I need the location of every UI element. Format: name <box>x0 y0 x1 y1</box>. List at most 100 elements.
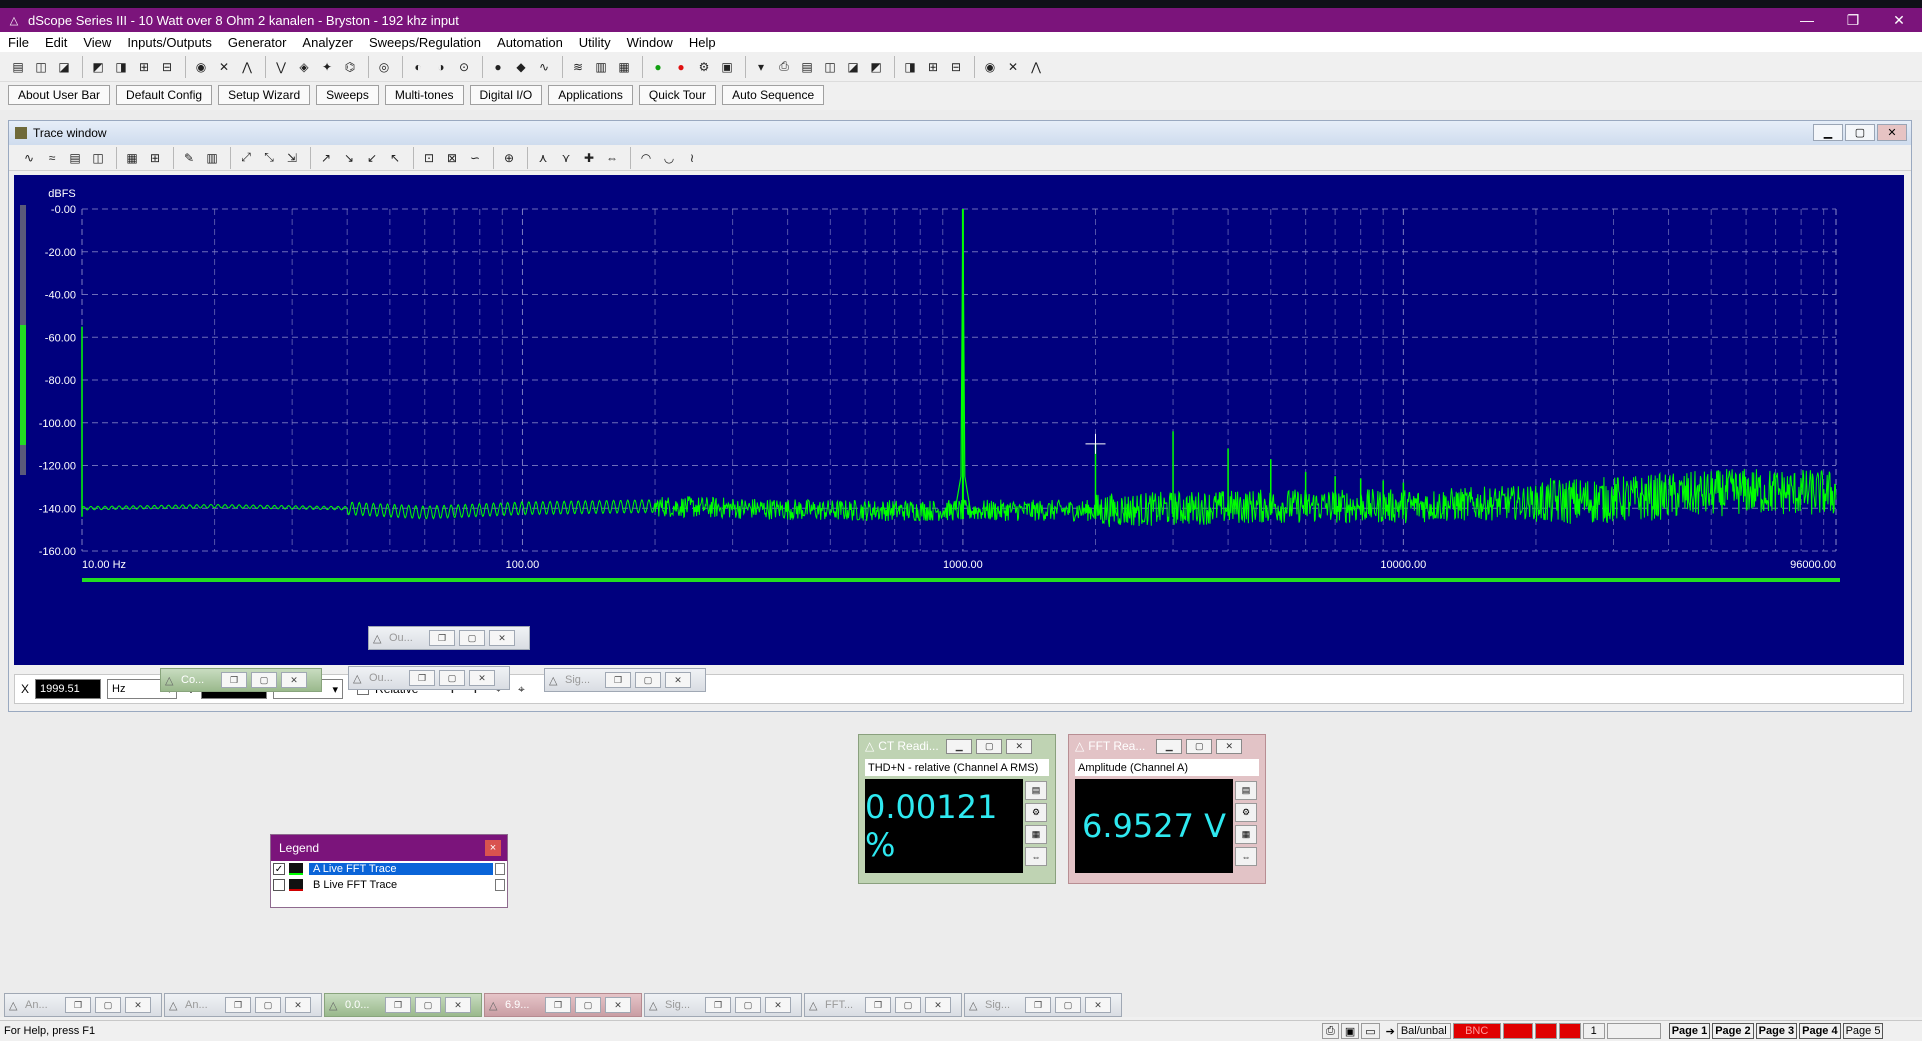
maximize-icon[interactable]: ▢ <box>439 670 465 686</box>
table-icon[interactable]: ▦ <box>1025 825 1047 844</box>
minimized-window[interactable]: △ Co... ❐ ▢ ✕ <box>160 668 322 692</box>
cursor-a-icon[interactable]: ↗ <box>316 148 336 168</box>
sweeps-button[interactable]: Sweeps <box>316 85 379 105</box>
save-icon[interactable]: ◫ <box>31 57 51 77</box>
delete-icon[interactable]: ◎ <box>374 57 394 77</box>
setup-wizard-button[interactable]: Setup Wizard <box>218 85 311 105</box>
applications-button[interactable]: Applications <box>548 85 633 105</box>
minimize-icon[interactable]: ▁ <box>946 738 973 754</box>
print-icon[interactable]: ⋀ <box>1026 57 1046 77</box>
record-icon[interactable]: ● <box>671 57 691 77</box>
filter-icon[interactable]: ▣ <box>717 57 737 77</box>
wave-a-icon[interactable]: ⎙ <box>774 57 794 77</box>
menu-inputs-outputs[interactable]: Inputs/Outputs <box>119 35 220 50</box>
menu-file[interactable]: File <box>0 35 37 50</box>
close-icon[interactable]: ✕ <box>1085 997 1111 1013</box>
maximize-icon[interactable]: ❐ <box>1830 8 1876 32</box>
loop-icon[interactable]: ⊞ <box>923 57 943 77</box>
settings-icon[interactable]: ⊟ <box>946 57 966 77</box>
link-b-icon[interactable]: ▦ <box>614 57 634 77</box>
restore-icon[interactable]: ❐ <box>605 672 631 688</box>
multi-tones-button[interactable]: Multi-tones <box>384 85 464 105</box>
minimize-icon[interactable]: ▁ <box>1156 738 1183 754</box>
table-icon[interactable]: ▦ <box>1235 825 1257 844</box>
maximize-icon[interactable]: ▢ <box>1845 124 1875 141</box>
output-on-icon[interactable]: ◩ <box>88 57 108 77</box>
about-user-bar-button[interactable]: About User Bar <box>8 85 111 105</box>
maximize-icon[interactable]: ▢ <box>415 997 441 1013</box>
taskbar-window[interactable]: △ Sig... ❐ ▢ ✕ <box>644 993 802 1017</box>
limit-c-icon[interactable]: ≀ <box>682 148 702 168</box>
link-a-icon[interactable]: ▥ <box>591 57 611 77</box>
properties-icon[interactable]: ⊕ <box>499 148 519 168</box>
page-tab-5[interactable]: Page 5 <box>1842 1023 1884 1039</box>
page-tab-4[interactable]: Page 4 <box>1799 1023 1841 1039</box>
marker-move-icon[interactable]: ✚ <box>579 148 599 168</box>
scale-icon[interactable]: ⊡ <box>419 148 439 168</box>
marker-b-icon[interactable]: ⋎ <box>556 148 576 168</box>
settings-icon[interactable]: ⚙ <box>1235 803 1257 822</box>
maximize-icon[interactable]: ▢ <box>976 738 1003 754</box>
stop-icon[interactable]: ◉ <box>191 57 211 77</box>
legend-checkbox[interactable] <box>273 879 285 891</box>
open-icon[interactable]: ▤ <box>8 57 28 77</box>
close-icon[interactable]: ✕ <box>765 997 791 1013</box>
run-icon[interactable]: ● <box>648 57 668 77</box>
limit-icon[interactable]: ◠ <box>636 148 656 168</box>
output-mute-icon[interactable]: ⊟ <box>157 57 177 77</box>
input-icon[interactable]: ⋁ <box>271 57 291 77</box>
trace-edit-icon[interactable]: ✎ <box>179 148 199 168</box>
trace-grid-icon[interactable]: ⊞ <box>145 148 165 168</box>
zoom-fit-icon[interactable]: ⇲ <box>282 148 302 168</box>
minimized-window[interactable]: △ Ou... ❐ ▢ ✕ <box>348 666 510 690</box>
trace-copy-icon[interactable]: ◫ <box>88 148 108 168</box>
chart-icon[interactable]: ◩ <box>866 57 886 77</box>
range-icon[interactable]: ⇔ <box>1025 847 1047 866</box>
legend-item[interactable]: ✓ A Live FFT Trace <box>271 861 507 877</box>
zoom-x-icon[interactable]: ⤢ <box>236 148 256 168</box>
restore-icon[interactable]: ❐ <box>705 997 731 1013</box>
display-icon[interactable]: ▤ <box>1025 781 1047 800</box>
monitor-icon[interactable]: ● <box>488 57 508 77</box>
script-icon[interactable]: ◉ <box>980 57 1000 77</box>
maximize-icon[interactable]: ▢ <box>575 997 601 1013</box>
default-config-button[interactable]: Default Config <box>116 85 213 105</box>
page-tab-3[interactable]: Page 3 <box>1755 1023 1798 1039</box>
maximize-icon[interactable]: ▢ <box>635 672 661 688</box>
link-icon[interactable]: ≋ <box>568 57 588 77</box>
trace-wave-icon[interactable]: ∿ <box>19 148 39 168</box>
menu-view[interactable]: View <box>75 35 119 50</box>
cursor-b-icon[interactable]: ↘ <box>339 148 359 168</box>
trace-table-icon[interactable]: ▥ <box>202 148 222 168</box>
stop-all-icon[interactable]: ✕ <box>214 57 234 77</box>
fft-plot[interactable]: -0.00 -20.00 -40.00 -60.00 -80.00 -100.00 -120… <box>14 175 1904 665</box>
taskbar-window[interactable]: △ An... ❐ ▢ ✕ <box>164 993 322 1017</box>
zoom-y-icon[interactable]: ⤡ <box>259 148 279 168</box>
display-icon[interactable]: ▤ <box>1235 781 1257 800</box>
input-b-icon[interactable]: ✦ <box>317 57 337 77</box>
scope-icon[interactable]: ◆ <box>511 57 531 77</box>
taskbar-window[interactable]: △ 6.9... ❐ ▢ ✕ <box>484 993 642 1017</box>
marker-fit-icon[interactable]: ⇔ <box>602 148 622 168</box>
settings-icon[interactable]: ⚙ <box>1025 803 1047 822</box>
menu-generator[interactable]: Generator <box>220 35 295 50</box>
wave-icon[interactable]: ▾ <box>751 57 771 77</box>
minimize-icon[interactable]: ▁ <box>1813 124 1843 141</box>
quick-tour-button[interactable]: Quick Tour <box>638 85 717 105</box>
trace-chart-icon[interactable]: ▦ <box>122 148 142 168</box>
refresh-icon[interactable]: ◨ <box>900 57 920 77</box>
cursor-d-icon[interactable]: ↖ <box>385 148 405 168</box>
close-icon[interactable]: ✕ <box>1006 738 1033 754</box>
maximize-icon[interactable]: ▢ <box>255 997 281 1013</box>
restore-icon[interactable]: ❐ <box>409 670 435 686</box>
page-tab-2[interactable]: Page 2 <box>1712 1023 1754 1039</box>
close-icon[interactable]: ✕ <box>605 997 631 1013</box>
digital-i-o-button[interactable]: Digital I/O <box>469 85 543 105</box>
restore-icon[interactable]: ❐ <box>221 672 247 688</box>
restore-icon[interactable]: ❐ <box>225 997 251 1013</box>
spectrum-icon[interactable]: ◫ <box>820 57 840 77</box>
page-tab-1[interactable]: Page 1 <box>1668 1023 1711 1039</box>
trace-wave2-icon[interactable]: ≈ <box>42 148 62 168</box>
maximize-icon[interactable]: ▢ <box>1055 997 1081 1013</box>
close-icon[interactable]: ✕ <box>1877 124 1907 141</box>
